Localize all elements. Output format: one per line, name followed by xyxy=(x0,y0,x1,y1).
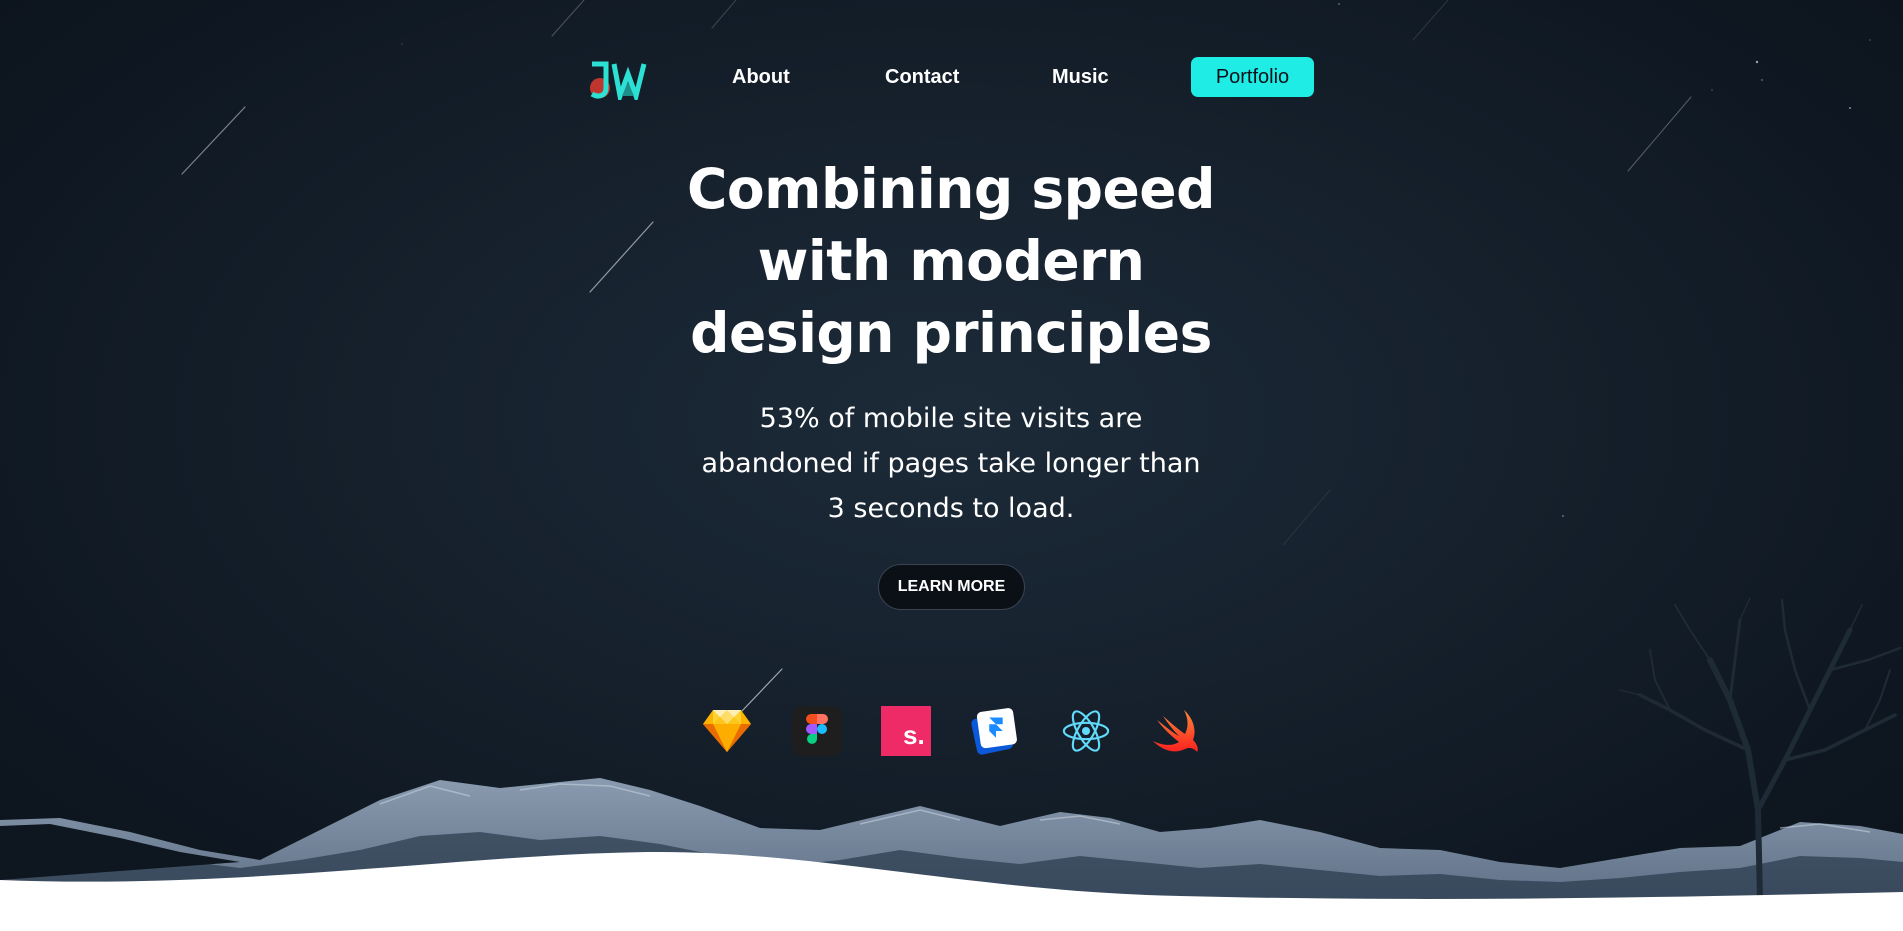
figma-icon xyxy=(792,706,842,756)
nav-link-about[interactable]: About xyxy=(732,66,790,89)
top-navigation: JW About Contact Music Portfolio xyxy=(0,52,1903,104)
portfolio-button[interactable]: Portfolio xyxy=(1191,57,1314,97)
react-icon xyxy=(1061,706,1111,756)
wave-divider xyxy=(0,852,1903,931)
nav-link-music[interactable]: Music xyxy=(1052,66,1109,89)
hero-subtext: 53% of mobile site visits are abandoned … xyxy=(701,403,1201,524)
swift-icon xyxy=(1151,706,1201,756)
jw-logo[interactable]: JW xyxy=(588,60,652,100)
sitepoint-icon: s. xyxy=(881,706,931,756)
sketch-icon xyxy=(702,706,752,756)
nav-link-contact[interactable]: Contact xyxy=(885,66,959,89)
hero-headline: Combining speed with modern design princ… xyxy=(687,157,1215,365)
svg-text:s.: s. xyxy=(903,720,925,750)
framer-icon xyxy=(970,706,1020,756)
learn-more-button[interactable]: LEARN MORE xyxy=(878,564,1025,610)
hero-section: JW About Contact Music Portfolio Combini… xyxy=(0,0,1903,931)
